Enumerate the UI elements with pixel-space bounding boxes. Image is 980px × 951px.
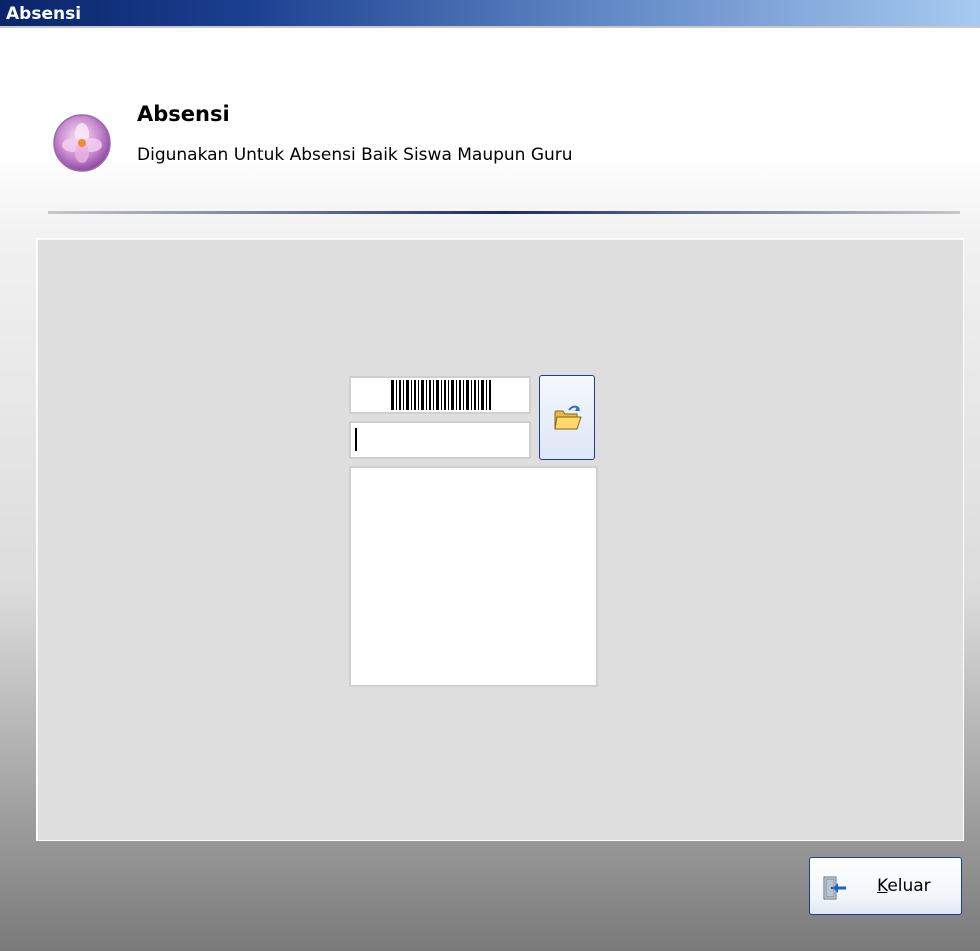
text-caret: [355, 428, 357, 451]
page-subtitle: Digunakan Untuk Absensi Baik Siswa Maupu…: [137, 145, 573, 165]
open-folder-icon: [554, 405, 582, 430]
exit-button-label: Keluar: [877, 876, 931, 896]
barcode-image: [349, 376, 531, 414]
page-title: Absensi: [137, 102, 230, 126]
result-box: [349, 466, 598, 687]
exit-door-icon: [822, 875, 848, 905]
header-banner: [0, 30, 980, 230]
code-input[interactable]: [349, 421, 531, 459]
header-divider: [48, 211, 960, 214]
window-title: Absensi: [6, 4, 82, 24]
window-titlebar: Absensi: [0, 0, 980, 28]
exit-button[interactable]: Keluar: [809, 857, 962, 915]
app-flower-icon: [51, 112, 113, 174]
open-file-button[interactable]: [539, 375, 595, 460]
